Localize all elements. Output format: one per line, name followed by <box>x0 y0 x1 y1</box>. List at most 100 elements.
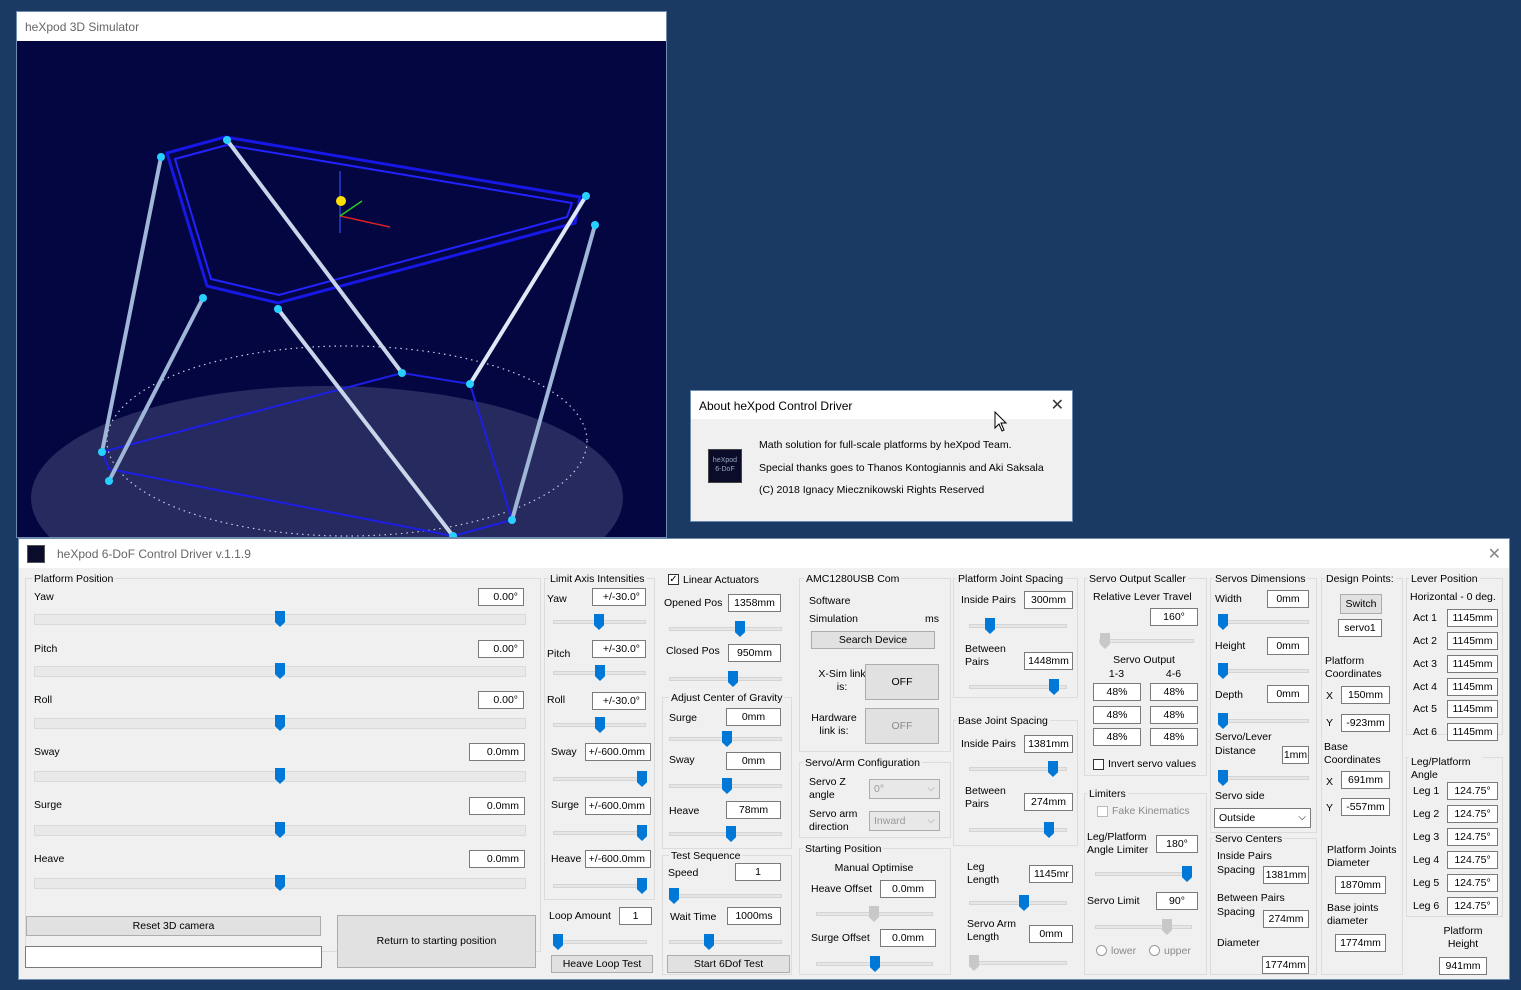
leg-angle-limiter-field[interactable]: 180° <box>1156 835 1198 853</box>
servo-output-2[interactable]: 48% <box>1093 706 1141 724</box>
search-device-button[interactable]: Search Device <box>811 631 935 649</box>
servo-width-slider[interactable] <box>1219 620 1309 624</box>
platform-joints-diameter-field[interactable]: 1870mm <box>1335 876 1386 894</box>
leg-4-field[interactable]: 124.75° <box>1447 851 1498 869</box>
speed-slider[interactable] <box>669 894 782 898</box>
limit-surge-slider[interactable] <box>553 831 646 835</box>
limit-yaw-field[interactable]: +/-30.0° <box>592 588 646 606</box>
cog-sway-field[interactable]: 0mm <box>726 752 781 770</box>
sc-between-field[interactable]: 274mm <box>1263 910 1309 928</box>
fake-kinematics-checkbox[interactable] <box>1097 806 1108 817</box>
leg-length-thumb[interactable] <box>1019 895 1029 911</box>
surge-value-field[interactable]: 0.0mm <box>469 797 525 815</box>
pj-between-field[interactable]: 1448mm <box>1024 652 1073 670</box>
cog-heave-slider[interactable] <box>669 832 782 836</box>
servo-lever-distance-field[interactable]: 1mm <box>1282 746 1309 764</box>
leg-5-field[interactable]: 124.75° <box>1447 874 1498 892</box>
act-2-field[interactable]: 1145mm <box>1447 632 1498 650</box>
heave-loop-test-button[interactable]: Heave Loop Test <box>551 955 653 973</box>
closed-pos-field[interactable]: 950mm <box>728 644 781 662</box>
opened-pos-slider[interactable] <box>669 627 782 631</box>
start-6dof-test-button[interactable]: Start 6Dof Test <box>667 955 790 973</box>
limit-roll-field[interactable]: +/-30.0° <box>592 692 646 710</box>
hardware-link-status[interactable]: OFF <box>865 708 939 744</box>
servo-limit-slider[interactable] <box>1095 925 1192 929</box>
linear-actuators-checkbox[interactable]: ✓ <box>668 574 679 585</box>
limit-sway-slider[interactable] <box>553 777 646 781</box>
close-icon[interactable]: ✕ <box>1051 395 1064 415</box>
base-x-field[interactable]: 691mm <box>1341 771 1390 789</box>
servo-width-field[interactable]: 0mm <box>1267 590 1309 608</box>
leg-length-field[interactable]: 1145mr <box>1029 865 1073 883</box>
act-4-field[interactable]: 1145mm <box>1447 678 1498 696</box>
servo-side-select[interactable]: Outside ⌵ <box>1214 808 1311 828</box>
about-titlebar[interactable]: About heXpod Control Driver ✕ <box>691 391 1072 419</box>
close-icon[interactable]: ✕ <box>1488 544 1501 564</box>
servo-output-3[interactable]: 48% <box>1093 728 1141 746</box>
opened-pos-thumb[interactable] <box>735 621 745 637</box>
servo-output-4[interactable]: 48% <box>1150 683 1198 701</box>
roll-value-field[interactable]: 0.00° <box>478 691 524 709</box>
yaw-value-field[interactable]: 0.00° <box>478 588 524 606</box>
limit-pitch-field[interactable]: +/-30.0° <box>592 640 646 658</box>
return-start-button[interactable]: Return to starting position <box>337 915 536 968</box>
sway-value-field[interactable]: 0.0mm <box>469 743 525 761</box>
speed-field[interactable]: 1 <box>735 863 781 881</box>
leg-6-field[interactable]: 124.75° <box>1447 897 1498 915</box>
wait-time-slider[interactable] <box>669 940 782 944</box>
servo-output-1[interactable]: 48% <box>1093 683 1141 701</box>
cog-surge-field[interactable]: 0mm <box>726 708 781 726</box>
servo-selector-field[interactable]: servo1 <box>1338 619 1382 637</box>
act-5-field[interactable]: 1145mm <box>1447 700 1498 718</box>
servo-depth-slider[interactable] <box>1219 719 1309 723</box>
surge-offset-field[interactable]: 0.0mm <box>880 929 936 947</box>
leg-angle-limiter-slider[interactable] <box>1095 872 1192 876</box>
loop-amount-field[interactable]: 1 <box>619 907 652 925</box>
act-3-field[interactable]: 1145mm <box>1447 655 1498 673</box>
limit-heave-slider[interactable] <box>553 884 646 888</box>
closed-pos-thumb[interactable] <box>728 671 738 687</box>
servo-height-slider[interactable] <box>1219 669 1309 673</box>
opened-pos-field[interactable]: 1358mm <box>728 594 781 612</box>
servo-z-select[interactable]: 0° ⌵ <box>869 779 940 799</box>
servo-height-field[interactable]: 0mm <box>1267 637 1309 655</box>
reset-camera-button[interactable]: Reset 3D camera <box>26 916 321 936</box>
servo-depth-field[interactable]: 0mm <box>1267 685 1309 703</box>
cog-heave-field[interactable]: 78mm <box>726 801 781 819</box>
closed-pos-slider[interactable] <box>669 677 782 681</box>
bj-between-field[interactable]: 274mm <box>1024 793 1073 811</box>
servo-arm-length-slider[interactable] <box>969 961 1067 965</box>
servo-arm-length-thumb[interactable] <box>969 955 979 971</box>
wait-time-field[interactable]: 1000ms <box>727 907 781 925</box>
bj-inside-field[interactable]: 1381mm <box>1024 735 1073 753</box>
simulator-canvas[interactable] <box>17 41 666 537</box>
pj-inside-field[interactable]: 300mm <box>1024 591 1073 609</box>
control-titlebar[interactable]: heXpod 6-DoF Control Driver v.1.1.9 ✕ <box>19 539 1509 568</box>
lower-radio[interactable] <box>1096 945 1107 956</box>
base-y-field[interactable]: -557mm <box>1341 798 1390 816</box>
limit-sway-field[interactable]: +/-600.0mm <box>585 743 651 761</box>
relative-lever-slider[interactable] <box>1099 639 1194 643</box>
limit-heave-field[interactable]: +/-600.0mm <box>585 850 651 868</box>
heave-offset-field[interactable]: 0.0mm <box>880 880 936 898</box>
leg-length-slider[interactable] <box>969 901 1067 905</box>
servo-output-6[interactable]: 48% <box>1150 728 1198 746</box>
invert-servo-checkbox[interactable] <box>1093 759 1104 770</box>
sc-diameter-field[interactable]: 1774mm <box>1262 956 1309 974</box>
upper-radio[interactable] <box>1149 945 1160 956</box>
servo-output-5[interactable]: 48% <box>1150 706 1198 724</box>
limit-surge-field[interactable]: +/-600.0mm <box>585 797 651 815</box>
pj-inside-slider[interactable] <box>969 624 1067 628</box>
servo-arm-length-field[interactable]: 0mm <box>1029 925 1073 943</box>
status-field[interactable] <box>25 946 322 968</box>
relative-lever-field[interactable]: 160° <box>1150 608 1198 626</box>
platform-x-field[interactable]: 150mm <box>1341 686 1390 704</box>
servo-lever-distance-slider[interactable] <box>1219 776 1309 780</box>
sc-inside-field[interactable]: 1381mm <box>1263 866 1309 884</box>
loop-amount-slider[interactable] <box>554 940 647 944</box>
platform-height-field[interactable]: 941mm <box>1439 957 1487 975</box>
simulator-titlebar[interactable]: heXpod 3D Simulator <box>17 12 666 41</box>
heave-value-field[interactable]: 0.0mm <box>469 850 525 868</box>
act-6-field[interactable]: 1145mm <box>1447 723 1498 741</box>
leg-1-field[interactable]: 124.75° <box>1447 782 1498 800</box>
